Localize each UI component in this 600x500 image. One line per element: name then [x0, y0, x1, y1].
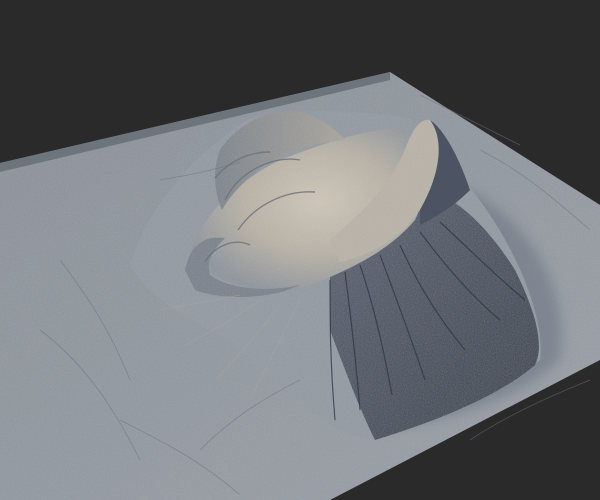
render-viewport: [0, 0, 600, 500]
terrain-scene: [0, 72, 600, 500]
